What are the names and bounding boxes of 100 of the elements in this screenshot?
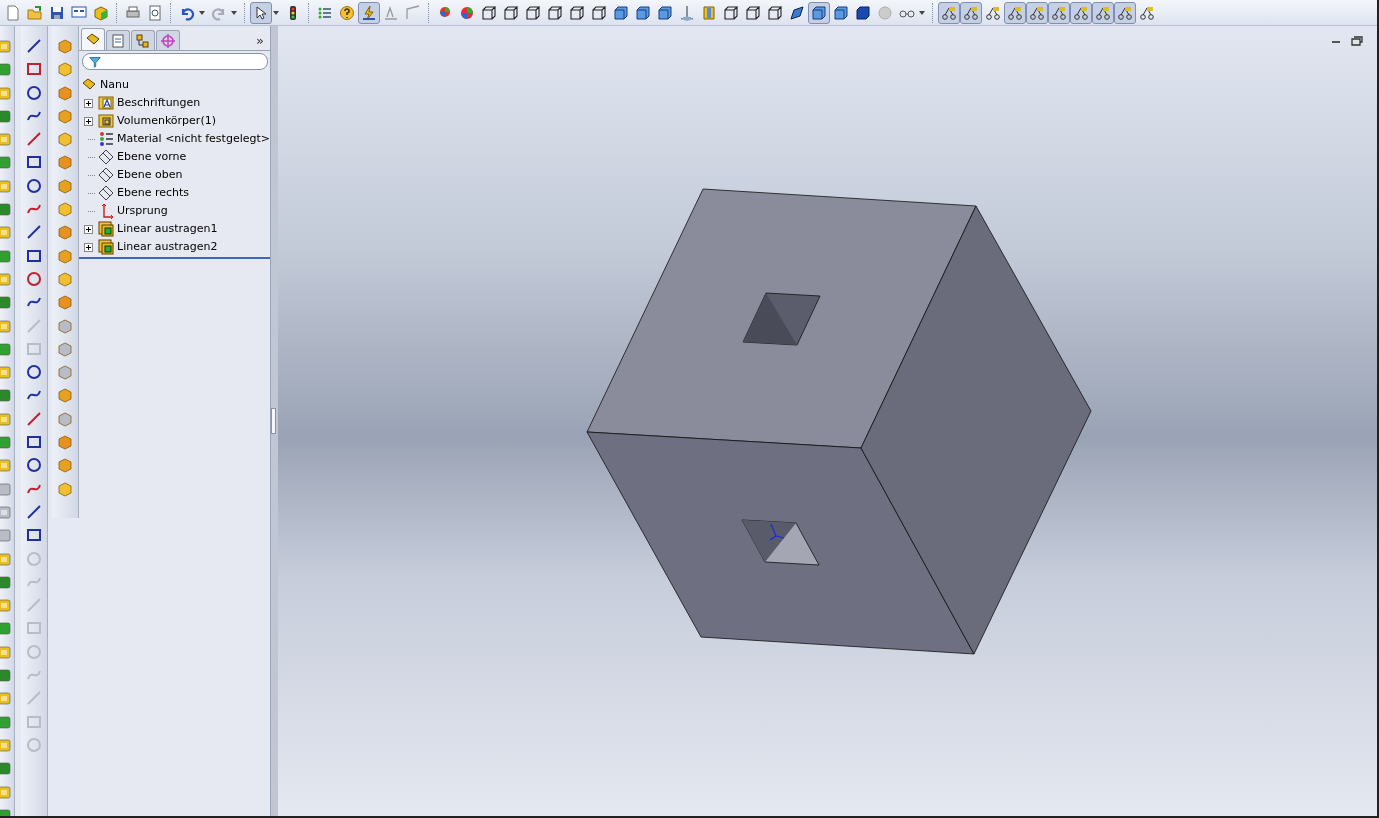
feature-tool-icon[interactable] [0, 573, 12, 590]
tree-item[interactable]: Linear austragen1 [117, 222, 218, 236]
sketch-tool-icon[interactable] [26, 527, 42, 544]
surface-tool-icon[interactable] [57, 201, 73, 218]
panel-tab[interactable] [131, 30, 155, 50]
relation-button[interactable] [1114, 1, 1136, 24]
pointer-button[interactable] [250, 1, 272, 24]
feature-tool-icon[interactable] [0, 667, 12, 683]
lightning-button[interactable] [358, 1, 380, 24]
feature-tool-icon[interactable] [0, 201, 12, 218]
expand-panel-button[interactable]: » [252, 33, 268, 50]
surface-tool-icon[interactable] [57, 434, 73, 451]
panel-tab[interactable] [106, 30, 130, 50]
surface-tool-icon[interactable] [57, 410, 73, 427]
feature-tool-icon[interactable] [0, 154, 12, 171]
restore-icon[interactable] [1351, 36, 1363, 46]
surface-tool-icon[interactable] [57, 294, 73, 311]
feature-tool-icon[interactable] [0, 247, 12, 264]
panel-tab[interactable] [156, 30, 180, 50]
surface-tool-icon[interactable] [57, 177, 73, 194]
sketch-tool-icon[interactable] [26, 177, 42, 194]
feature-tool-icon[interactable] [0, 620, 12, 637]
tree-item[interactable]: Material <nicht festgelegt> [116, 132, 270, 146]
surface-tool-icon[interactable] [57, 38, 73, 54]
feature-tool-icon[interactable] [0, 177, 12, 194]
surface-tool-icon[interactable] [57, 387, 73, 404]
relation-button[interactable] [1048, 1, 1070, 24]
sketch-tool-icon[interactable] [26, 434, 42, 451]
tree-item[interactable]: Ebene oben [117, 168, 183, 182]
relation-button[interactable] [1092, 1, 1114, 24]
feature-tool-icon[interactable] [0, 503, 12, 520]
sketch-tool-icon[interactable] [26, 410, 42, 427]
relation-button[interactable] [1070, 1, 1092, 24]
surface-tool-icon[interactable] [57, 270, 73, 287]
tree-item[interactable]: Ursprung [117, 204, 168, 218]
feature-tool-icon[interactable] [0, 760, 12, 777]
feature-tool-icon[interactable] [0, 364, 12, 381]
surface-tool-icon[interactable] [57, 340, 73, 357]
feature-tool-icon[interactable] [0, 61, 12, 78]
collapse-handle[interactable] [271, 408, 276, 434]
feature-tool-icon[interactable] [0, 294, 12, 311]
relation-button[interactable] [1026, 1, 1048, 24]
feature-tool-icon[interactable] [0, 38, 12, 54]
expand-icon[interactable] [84, 224, 93, 234]
feature-tool-icon[interactable] [0, 736, 12, 753]
surface-tool-icon[interactable] [57, 61, 73, 78]
sketch-tool-icon[interactable] [26, 131, 42, 148]
sketch-tool-icon[interactable] [26, 224, 42, 241]
surface-tool-icon[interactable] [57, 480, 73, 497]
feature-tool-icon[interactable] [0, 107, 12, 124]
surface-tool-icon[interactable] [57, 131, 73, 148]
caret-icon[interactable] [919, 10, 925, 15]
sketch-tool-icon[interactable] [26, 364, 42, 381]
sketch-tool-icon[interactable] [26, 61, 42, 78]
expand-icon[interactable] [84, 98, 93, 108]
filter-field[interactable] [82, 53, 268, 70]
relation-button[interactable] [938, 1, 960, 24]
relation-button[interactable] [960, 1, 982, 24]
sketch-tool-icon[interactable] [26, 247, 42, 264]
sketch-tool-icon[interactable] [26, 457, 42, 474]
surface-tool-icon[interactable] [57, 317, 73, 334]
feature-tool-icon[interactable] [0, 340, 12, 357]
feature-tool-icon[interactable] [0, 387, 12, 404]
surface-tool-icon[interactable] [57, 247, 73, 264]
feature-tool-icon[interactable] [0, 131, 12, 148]
feature-tool-icon[interactable] [0, 270, 12, 287]
surface-tool-icon[interactable] [57, 364, 73, 381]
feature-tool-icon[interactable] [0, 527, 12, 544]
caret-icon[interactable] [199, 10, 205, 15]
relation-button[interactable] [1004, 1, 1026, 24]
panel-tab[interactable] [81, 28, 105, 50]
sketch-tool-icon[interactable] [26, 38, 42, 54]
tree-item[interactable]: Linear austragen2 [117, 240, 218, 254]
feature-tool-icon[interactable] [0, 457, 12, 474]
feature-tool-icon[interactable] [0, 480, 12, 497]
tree-item[interactable]: Volumenkörper(1) [117, 114, 216, 128]
feature-tool-icon[interactable] [0, 783, 12, 800]
feature-tool-icon[interactable] [0, 550, 12, 567]
feature-tool-icon[interactable] [0, 713, 12, 730]
feature-tool-icon[interactable] [0, 224, 12, 241]
sketch-tool-icon[interactable] [26, 154, 42, 171]
expand-icon[interactable] [84, 116, 93, 126]
surface-tool-icon[interactable] [57, 224, 73, 241]
feature-tool-icon[interactable] [0, 317, 12, 334]
feature-tool-icon[interactable] [0, 434, 12, 451]
surface-tool-icon[interactable] [57, 107, 73, 124]
feature-tool-icon[interactable] [0, 690, 12, 707]
shaded-cube-button[interactable] [808, 1, 830, 24]
caret-icon[interactable] [231, 10, 237, 15]
surface-tool-icon[interactable] [57, 84, 73, 101]
tree-item[interactable]: Beschriftungen [117, 96, 201, 110]
feature-tool-icon[interactable] [0, 410, 12, 427]
feature-tool-icon[interactable] [0, 643, 12, 660]
expand-icon[interactable] [84, 242, 93, 252]
tree-item[interactable]: Ebene vorne [117, 150, 187, 164]
sketch-tool-icon[interactable] [26, 84, 42, 101]
caret-icon[interactable] [273, 10, 279, 15]
feature-tool-icon[interactable] [0, 84, 12, 101]
tree-item[interactable]: Ebene rechts [117, 186, 190, 200]
sketch-tool-icon[interactable] [26, 503, 42, 520]
